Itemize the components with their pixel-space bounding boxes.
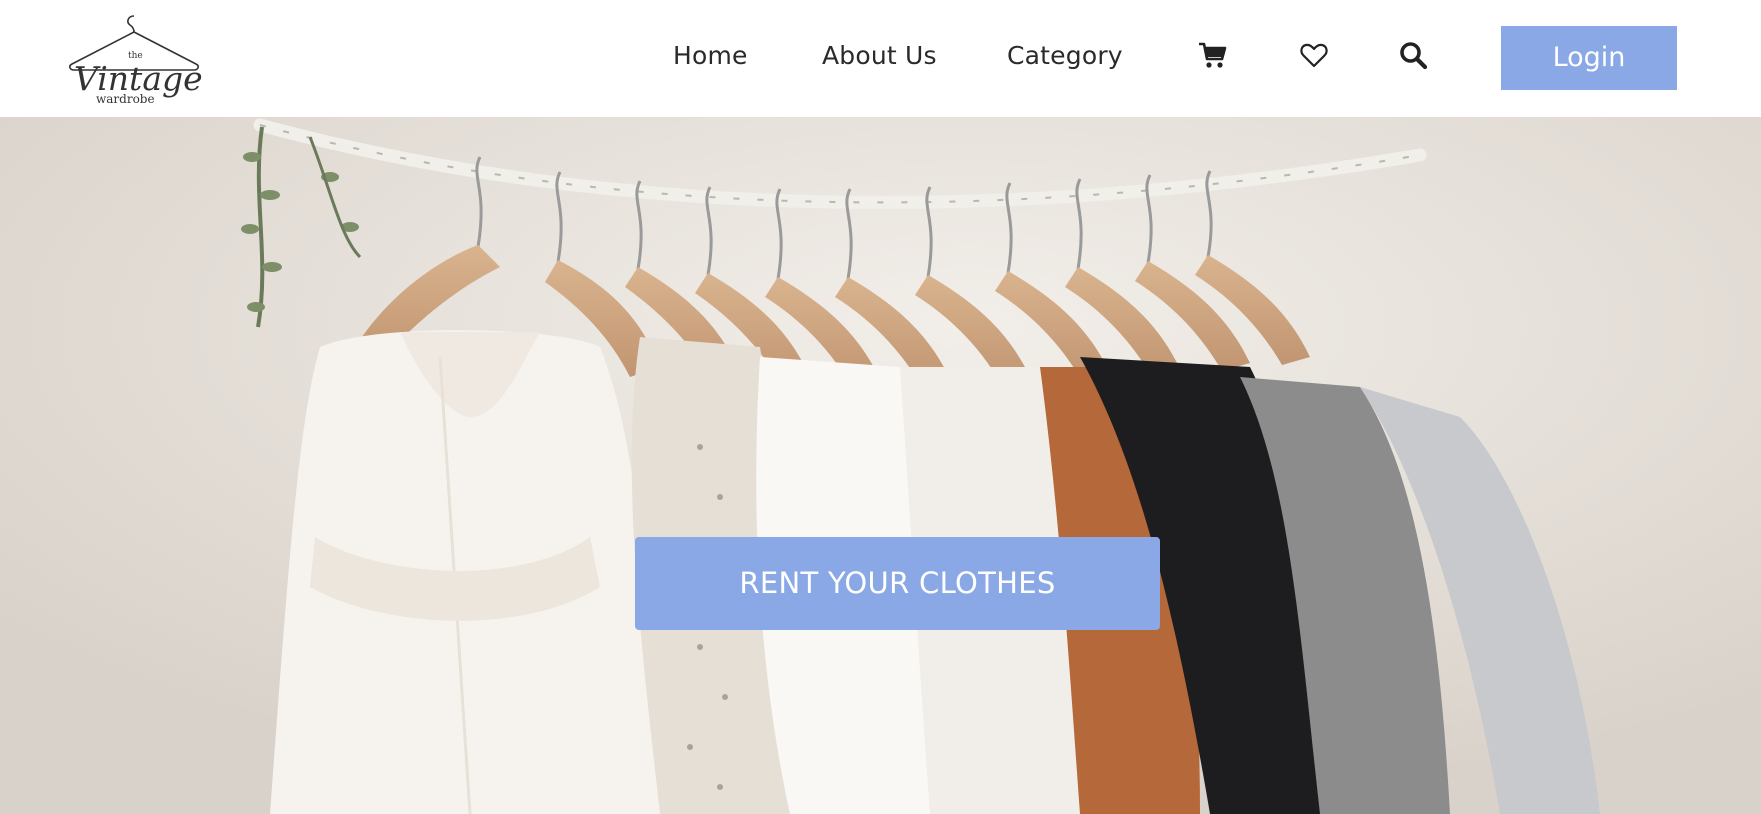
nav-about-link[interactable]: About Us — [822, 38, 937, 74]
login-button[interactable]: Login — [1501, 26, 1677, 90]
site-header: the Vintage wardrobe Home About Us Categ… — [0, 0, 1761, 117]
main-navigation: Home About Us Category Login — [0, 0, 1761, 117]
clothes-on-hangers-photo — [0, 117, 1761, 814]
heart-icon[interactable] — [1299, 40, 1329, 70]
rent-your-clothes-button[interactable]: RENT YOUR CLOTHES — [635, 537, 1160, 630]
search-icon[interactable] — [1398, 40, 1428, 70]
hero-banner: RENT YOUR CLOTHES — [0, 117, 1761, 814]
nav-home-link[interactable]: Home — [673, 38, 748, 74]
nav-category-link[interactable]: Category — [1007, 38, 1123, 74]
cart-icon[interactable] — [1197, 40, 1227, 70]
